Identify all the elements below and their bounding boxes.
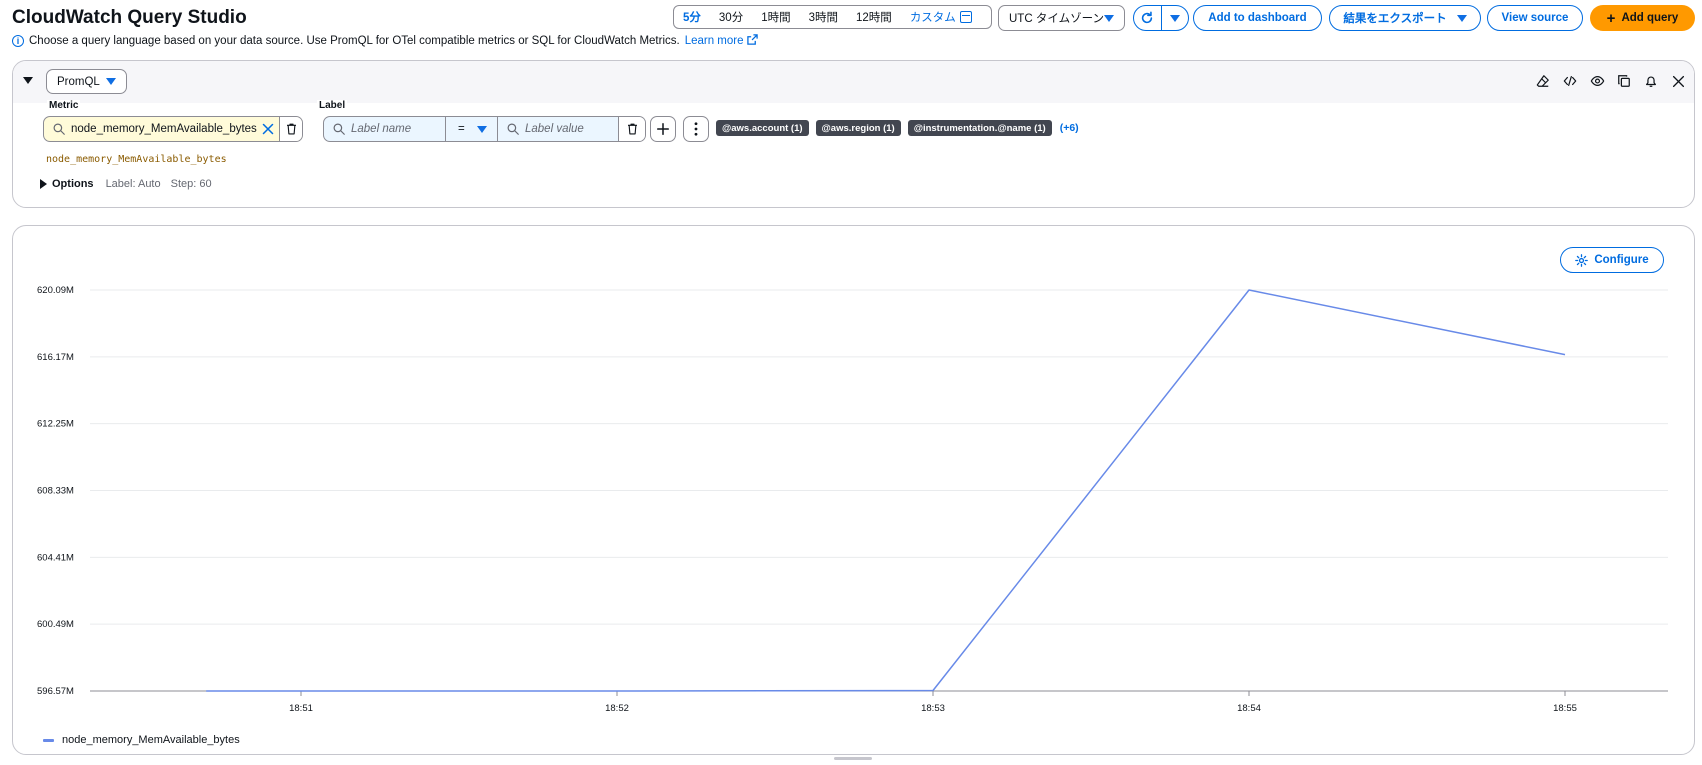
y-tick-label: 612.25M <box>37 419 74 430</box>
options-step: Step: 60 <box>170 178 212 190</box>
more-options-button[interactable] <box>683 116 709 142</box>
chevron-down-icon <box>106 78 116 85</box>
query-panel-actions <box>1535 73 1686 89</box>
export-results-button[interactable]: 結果をエクスポート <box>1329 5 1481 31</box>
options-row: Options Label: Auto Step: 60 <box>40 178 222 190</box>
timezone-select[interactable]: UTC タイムゾーン <box>998 5 1125 31</box>
delete-label-button[interactable] <box>619 117 645 141</box>
time-range-selector: 5分 30分 1時間 3時間 12時間 カスタム <box>673 5 992 29</box>
x-tick-label: 18:51 <box>289 703 313 714</box>
export-results-label: 結果をエクスポート <box>1343 13 1447 25</box>
add-to-dashboard-button[interactable]: Add to dashboard <box>1193 5 1322 31</box>
refresh-button-group <box>1133 5 1189 31</box>
trash-icon <box>286 123 296 135</box>
label-chip[interactable]: @aws.account (1) <box>716 120 809 136</box>
expand-icon[interactable] <box>40 179 47 189</box>
info-icon: i <box>12 35 24 47</box>
external-link-icon[interactable] <box>746 34 758 48</box>
x-tick-label: 18:52 <box>605 703 629 714</box>
chevron-down-icon <box>1104 15 1114 22</box>
legend-swatch <box>43 738 54 742</box>
y-tick-label: 596.57M <box>37 686 74 697</box>
refresh-icon <box>1142 11 1153 24</box>
calendar-icon[interactable] <box>959 11 972 23</box>
close-icon[interactable] <box>1670 73 1686 89</box>
learn-more-link[interactable]: Learn more <box>685 35 744 47</box>
time-range-3h[interactable]: 3時間 <box>800 9 847 25</box>
search-icon <box>53 123 65 135</box>
chart-legend: node_memory_MemAvailable_bytes <box>43 734 240 746</box>
label-chips: @aws.account (1) @aws.region (1) @instru… <box>716 120 1079 136</box>
label-value-input[interactable]: Label value <box>498 117 619 141</box>
code-icon[interactable] <box>1562 73 1578 89</box>
label-name-placeholder: Label name <box>351 123 412 135</box>
y-tick-label: 616.17M <box>37 352 74 363</box>
x-tick-label: 18:54 <box>1237 703 1261 714</box>
label-chip[interactable]: @instrumentation.@name (1) <box>907 120 1052 136</box>
time-range-custom[interactable]: カスタム <box>901 9 960 25</box>
y-tick-label: 608.33M <box>37 486 74 497</box>
trash-icon <box>627 123 637 135</box>
timezone-value: UTC タイムゾーン <box>1009 13 1105 25</box>
options-toggle[interactable]: Options <box>52 178 94 190</box>
metric-field-label: Metric <box>47 100 81 111</box>
label-operator-select[interactable]: = <box>446 117 498 141</box>
clear-metric-icon[interactable] <box>257 116 280 142</box>
plus-icon: + <box>1606 9 1616 27</box>
query-language-value: PromQL <box>57 75 100 88</box>
time-range-12h[interactable]: 12時間 <box>847 9 901 25</box>
ellipsis-vertical-icon <box>694 122 698 136</box>
info-text: Choose a query language based on your da… <box>29 35 680 47</box>
plus-icon <box>657 123 669 135</box>
refresh-button[interactable] <box>1134 6 1161 30</box>
add-query-button[interactable]: + Add query <box>1590 5 1695 31</box>
search-icon <box>507 123 519 135</box>
search-icon <box>333 123 345 135</box>
time-range-30m[interactable]: 30分 <box>710 9 752 25</box>
y-tick-label: 604.41M <box>37 552 74 563</box>
delete-metric-button[interactable] <box>279 117 302 141</box>
eye-icon[interactable] <box>1589 73 1605 89</box>
line-chart: 596.57M 600.49M 604.41M 608.33M 612.25M 616.1… <box>37 285 1668 714</box>
x-tick-label: 18:53 <box>921 703 945 714</box>
time-range-5m[interactable]: 5分 <box>674 9 710 25</box>
label-value-placeholder: Label value <box>525 123 584 135</box>
chevron-down-icon <box>1456 14 1467 22</box>
collapse-icon[interactable] <box>23 77 33 84</box>
y-tick-label: 600.49M <box>37 619 74 630</box>
top-bar: CloudWatch Query Studio 5分 30分 1時間 3時間 1… <box>0 0 1702 36</box>
time-range-1h[interactable]: 1時間 <box>752 9 799 25</box>
resize-handle[interactable] <box>834 757 872 760</box>
query-panel: PromQL Metric node_memory_MemAvailable_b… <box>12 60 1695 208</box>
label-chip[interactable]: @aws.region (1) <box>815 120 901 136</box>
eraser-icon[interactable] <box>1535 73 1551 89</box>
chevron-down-icon <box>1169 14 1180 22</box>
add-label-button[interactable] <box>650 116 676 142</box>
chevron-down-icon <box>477 126 487 133</box>
label-name-input[interactable]: Label name <box>324 117 446 141</box>
info-banner: i Choose a query language based on your … <box>12 34 758 48</box>
y-tick-label: 620.09M <box>37 285 74 296</box>
label-filter: Label name = Label value <box>323 116 646 142</box>
view-source-button[interactable]: View source <box>1487 5 1583 31</box>
metric-value: node_memory_MemAvailable_bytes <box>71 123 257 135</box>
chart-panel: Configure 596.57M 600.49M 604.41M 608.33M 61… <box>12 225 1695 755</box>
query-preview: node_memory_MemAvailable_bytes <box>46 154 227 165</box>
bell-icon[interactable] <box>1643 73 1659 89</box>
page-title: CloudWatch Query Studio <box>12 7 247 28</box>
add-query-label: Add query <box>1621 12 1679 24</box>
metric-input[interactable]: node_memory_MemAvailable_bytes <box>43 116 303 142</box>
options-label: Label: Auto <box>105 178 161 190</box>
label-operator-value: = <box>458 123 465 135</box>
query-panel-header: PromQL <box>13 61 1694 103</box>
more-labels-link[interactable]: (+6) <box>1060 122 1079 134</box>
legend-label: node_memory_MemAvailable_bytes <box>62 734 240 746</box>
copy-icon[interactable] <box>1616 73 1632 89</box>
query-language-select[interactable]: PromQL <box>46 69 127 94</box>
refresh-options-button[interactable] <box>1160 6 1189 30</box>
x-tick-label: 18:55 <box>1553 703 1577 714</box>
label-field-label: Label <box>317 100 348 111</box>
